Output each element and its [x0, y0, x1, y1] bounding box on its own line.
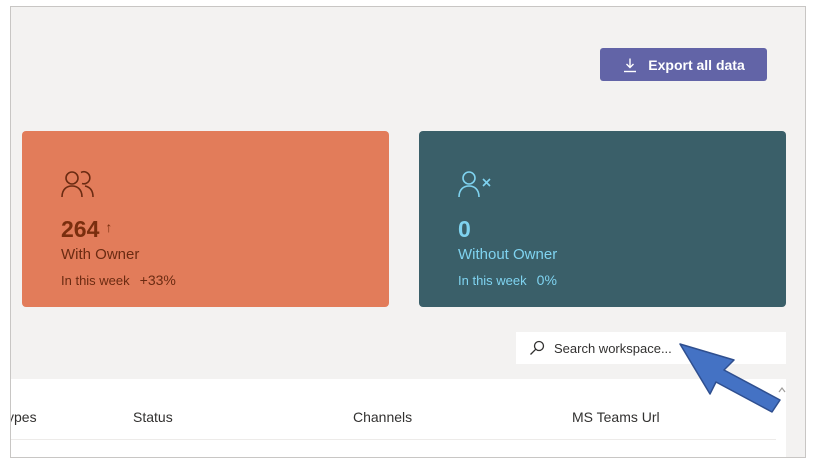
column-header-channels[interactable]: Channels — [353, 409, 412, 425]
column-header-ms-teams-url[interactable]: MS Teams Url — [572, 409, 660, 425]
download-icon — [624, 58, 637, 72]
with-owner-label: With Owner — [61, 246, 140, 263]
without-owner-change: 0% — [536, 272, 557, 288]
column-header-types[interactable]: ypes — [11, 409, 37, 425]
people-icon — [61, 171, 94, 198]
without-owner-period: In this week 0% — [458, 272, 557, 288]
header-divider — [11, 439, 776, 440]
without-owner-label: Without Owner — [458, 246, 558, 263]
export-all-data-label: Export all data — [648, 56, 745, 73]
with-owner-change: +33% — [139, 272, 176, 288]
blue-arrow-pointer-icon — [679, 343, 781, 413]
export-all-data-button[interactable]: Export all data — [600, 48, 767, 81]
trend-up-icon: ↑ — [105, 219, 113, 235]
with-owner-period: In this week +33% — [61, 272, 176, 288]
with-owner-card[interactable]: 264 ↑ With Owner In this week +33% — [22, 131, 389, 307]
person-remove-icon — [458, 171, 491, 198]
without-owner-card[interactable]: 0 Without Owner In this week 0% — [419, 131, 786, 307]
with-owner-count: 264 ↑ — [61, 216, 113, 242]
search-icon — [530, 340, 545, 355]
without-owner-count: 0 — [458, 216, 471, 242]
column-header-status[interactable]: Status — [133, 409, 173, 425]
workspace-table: ypes Status Channels MS Teams Url — [11, 379, 786, 457]
